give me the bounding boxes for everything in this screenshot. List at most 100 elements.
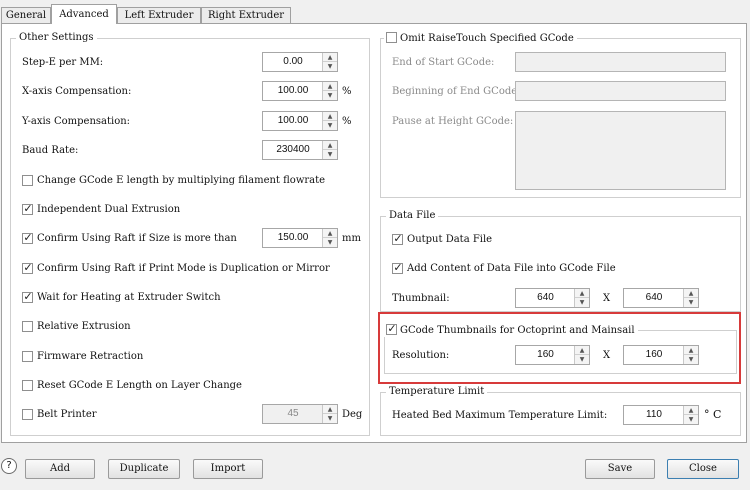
duplicate-button[interactable]: Duplicate	[108, 459, 180, 479]
checkmark-icon: ✓	[393, 261, 403, 274]
omit-gcode-checkbox[interactable]	[386, 32, 397, 43]
begin-end-gcode-label: Beginning of End GCode:	[392, 86, 521, 97]
octoprint-title: GCode Thumbnails for Octoprint and Mains…	[400, 325, 635, 336]
spin-arrows[interactable]: ▲ ▼	[683, 289, 698, 307]
spin-down-icon[interactable]: ▼	[323, 62, 337, 71]
raft-size-unit: mm	[342, 233, 361, 244]
spin-down-icon: ▼	[327, 415, 333, 422]
x-comp-value: 100.00	[277, 85, 309, 96]
close-button[interactable]: Close	[667, 459, 739, 479]
firmware-retraction-label: Firmware Retraction	[37, 351, 144, 362]
change-gcode-checkbox[interactable]	[22, 175, 33, 186]
spin-down-icon[interactable]: ▼	[323, 150, 337, 159]
end-start-gcode-field	[515, 52, 726, 72]
resolution-height-spinbox[interactable]: 160 ▲ ▼	[623, 345, 699, 365]
thumbnail-width-spinbox[interactable]: 640 ▲ ▼	[515, 288, 590, 308]
bed-temp-limit-label: Heated Bed Maximum Temperature Limit:	[392, 410, 608, 421]
step-e-spinbox[interactable]: 0.00 ▲ ▼	[262, 52, 338, 72]
spin-down-icon[interactable]: ▼	[575, 355, 589, 364]
spin-arrows[interactable]: ▲ ▼	[322, 82, 337, 100]
y-comp-value: 100.00	[277, 115, 309, 126]
temperature-limit-title: Temperature Limit	[386, 386, 488, 398]
omit-gcode-title: Omit RaiseTouch Specified GCode	[400, 33, 574, 44]
raft-size-checkbox[interactable]: ✓	[22, 231, 33, 244]
belt-angle-unit: Deg	[342, 409, 363, 420]
raft-size-value: 150.00	[277, 232, 309, 243]
add-content-label: Add Content of Data File into GCode File	[407, 263, 616, 274]
spin-up-icon[interactable]: ▲	[323, 53, 337, 62]
x-comp-label: X-axis Compensation:	[22, 86, 132, 97]
spin-arrows[interactable]: ▲ ▼	[322, 229, 337, 247]
wait-heating-checkbox[interactable]: ✓	[22, 290, 33, 303]
thumbnail-height-value: 640	[645, 292, 663, 303]
baud-rate-spinbox[interactable]: 230400 ▲ ▼	[262, 140, 338, 160]
raft-size-label: Confirm Using Raft if Size is more than	[37, 233, 237, 244]
raft-size-spinbox[interactable]: 150.00 ▲ ▼	[262, 228, 338, 248]
belt-printer-checkbox[interactable]	[22, 409, 33, 420]
spin-up-icon[interactable]: ▲	[323, 112, 337, 121]
spin-up-icon[interactable]: ▲	[575, 346, 589, 355]
spin-arrows[interactable]: ▲ ▼	[683, 346, 698, 364]
belt-printer-label: Belt Printer	[37, 409, 97, 420]
relative-extrusion-label: Relative Extrusion	[37, 321, 131, 332]
save-button[interactable]: Save	[585, 459, 655, 479]
spin-arrows[interactable]: ▲ ▼	[574, 346, 589, 364]
relative-extrusion-checkbox[interactable]	[22, 321, 33, 332]
output-data-file-checkbox[interactable]: ✓	[392, 232, 403, 245]
tab-right-extruder[interactable]: Right Extruder	[201, 7, 291, 23]
tab-left-extruder[interactable]: Left Extruder	[117, 7, 201, 23]
step-e-value: 0.00	[283, 56, 303, 67]
reset-gcode-checkbox[interactable]	[22, 380, 33, 391]
end-start-gcode-label: End of Start GCode:	[392, 57, 495, 68]
spin-down-icon[interactable]: ▼	[323, 91, 337, 100]
spin-up-icon[interactable]: ▲	[575, 289, 589, 298]
spin-down-icon[interactable]: ▼	[684, 355, 698, 364]
checkmark-icon: ✓	[23, 231, 33, 244]
help-icon[interactable]: ?	[1, 458, 17, 474]
spin-down-icon[interactable]: ▼	[323, 238, 337, 247]
spin-arrows[interactable]: ▲ ▼	[322, 141, 337, 159]
spin-up-icon[interactable]: ▲	[323, 229, 337, 238]
spin-down-icon[interactable]: ▼	[684, 415, 698, 424]
spin-arrows: ▲ ▼	[322, 405, 337, 423]
y-comp-spinbox[interactable]: 100.00 ▲ ▼	[262, 111, 338, 131]
spin-arrows[interactable]: ▲ ▼	[322, 112, 337, 130]
spin-up-icon: ▲	[323, 405, 337, 414]
checkmark-icon: ✓	[393, 232, 403, 245]
x-comp-unit: %	[342, 86, 352, 97]
raft-mode-checkbox[interactable]: ✓	[22, 261, 33, 274]
tab-general[interactable]: General	[1, 7, 51, 23]
other-settings-title: Other Settings	[16, 32, 97, 44]
pause-height-gcode-label: Pause at Height GCode:	[392, 116, 514, 127]
tab-advanced[interactable]: Advanced	[51, 4, 117, 24]
spin-arrows[interactable]: ▲ ▼	[322, 53, 337, 71]
resolution-width-spinbox[interactable]: 160 ▲ ▼	[515, 345, 590, 365]
spin-down-icon[interactable]: ▼	[575, 298, 589, 307]
firmware-retraction-checkbox[interactable]	[22, 351, 33, 362]
step-e-label: Step-E per MM:	[22, 57, 104, 68]
bed-temp-limit-spinbox[interactable]: 110 ▲ ▼	[623, 405, 699, 425]
spin-down-icon[interactable]: ▼	[323, 121, 337, 130]
spin-down-icon[interactable]: ▼	[684, 298, 698, 307]
resolution-height-value: 160	[645, 349, 663, 360]
octoprint-checkbox[interactable]: ✓	[386, 322, 397, 335]
spin-up-icon[interactable]: ▲	[323, 141, 337, 150]
y-comp-unit: %	[342, 116, 352, 127]
spin-up-icon[interactable]: ▲	[684, 289, 698, 298]
dual-extrusion-checkbox[interactable]: ✓	[22, 202, 33, 215]
baud-rate-label: Baud Rate:	[22, 145, 79, 156]
spin-arrows[interactable]: ▲ ▼	[683, 406, 698, 424]
spin-up-icon[interactable]: ▲	[684, 346, 698, 355]
baud-rate-value: 230400	[276, 144, 310, 155]
change-gcode-label: Change GCode E length by multiplying fil…	[37, 175, 326, 186]
import-button[interactable]: Import	[193, 459, 263, 479]
spin-up-icon[interactable]: ▲	[323, 82, 337, 91]
raft-mode-label: Confirm Using Raft if Print Mode is Dupl…	[37, 263, 330, 274]
add-button[interactable]: Add	[25, 459, 95, 479]
spin-arrows[interactable]: ▲ ▼	[574, 289, 589, 307]
x-comp-spinbox[interactable]: 100.00 ▲ ▼	[262, 81, 338, 101]
spin-up-icon[interactable]: ▲	[684, 406, 698, 415]
thumbnail-height-spinbox[interactable]: 640 ▲ ▼	[623, 288, 699, 308]
omit-gcode-title-wrap: Omit RaiseTouch Specified GCode	[384, 32, 577, 45]
add-content-checkbox[interactable]: ✓	[392, 261, 403, 274]
